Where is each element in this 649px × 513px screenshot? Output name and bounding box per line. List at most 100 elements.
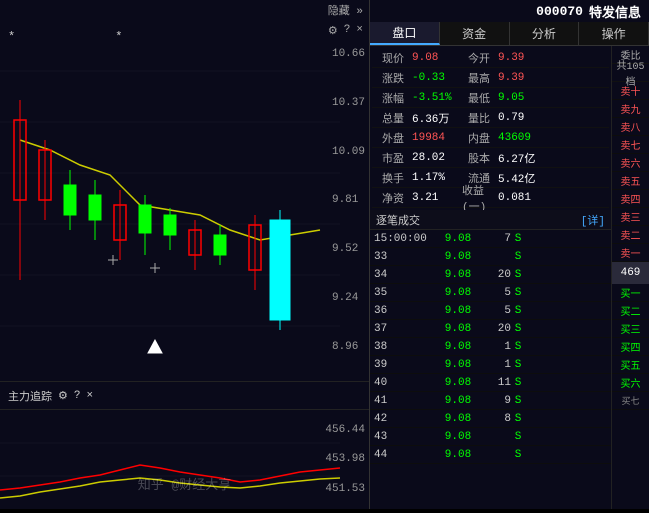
ob-sell-6: 卖六	[612, 154, 649, 172]
trade-price: 9.08	[435, 305, 481, 317]
info-row-jingzi: 净资 3.21 收益(一) 0.081	[372, 188, 609, 208]
list-item: 38 9.08 1 S	[370, 338, 611, 356]
label-liangbi: 量比	[458, 108, 494, 127]
list-item: 37 9.08 20 S	[370, 320, 611, 338]
trade-price: 9.08	[435, 323, 481, 335]
info-row-waipan: 外盘 19984 内盘 43609	[372, 128, 609, 148]
right-wrapper: 现价 9.08 今开 9.39 涨跌 -0.33 最高 9.39 涨幅 -3.5…	[370, 46, 649, 509]
info-row-zongliang: 总量 6.36万 量比 0.79	[372, 108, 609, 128]
trade-side: S	[511, 359, 525, 371]
info-row-zhangdie: 涨跌 -0.33 最高 9.39	[372, 68, 609, 88]
trade-price: 9.08	[435, 359, 481, 371]
info-row-zhangfu: 涨幅 -3.51% 最低 9.05	[372, 88, 609, 108]
label-zongliang: 总量	[372, 108, 408, 127]
label-zhangfu: 涨幅	[372, 88, 408, 107]
sell-count: 共105档	[612, 64, 649, 82]
trade-time: 38	[370, 341, 435, 353]
val-jingzi: 3.21	[408, 188, 458, 207]
list-item: 40 9.08 11 S	[370, 374, 611, 392]
main-chart-area: ⚙ ? × * * 10.66 10.37 10.09 9.81 9.52 9.…	[0, 20, 369, 381]
main-container: 隐藏 » ⚙ ? × * * 10.66 10.37 10.09 9.81	[0, 0, 649, 509]
val-gben: 6.27亿	[494, 148, 609, 167]
trade-side: S	[511, 341, 525, 353]
trade-time: 35	[370, 287, 435, 299]
label-gben: 股本	[458, 148, 494, 167]
ob-sell-1: 卖一	[612, 244, 649, 262]
list-item: 15:00:00 9.08 7 S	[370, 230, 611, 248]
close-icon[interactable]: ×	[356, 24, 363, 38]
mini-y-2: 453.98	[325, 453, 365, 465]
trade-price: 9.08	[435, 233, 481, 245]
tab-bar: 盘口 资金 分析 操作	[370, 22, 649, 46]
ob-sell-10: 卖十	[612, 82, 649, 100]
trade-side: S	[511, 269, 525, 281]
trade-time: 40	[370, 377, 435, 389]
tab-caozuo[interactable]: 操作	[579, 22, 649, 45]
val-huanshou: 1.17%	[408, 168, 458, 187]
trade-side: S	[511, 233, 525, 245]
mini-y-1: 456.44	[325, 424, 365, 436]
trade-time: 42	[370, 413, 435, 425]
trade-vol: 11	[481, 377, 511, 389]
tracker-settings-icon[interactable]: ⚙	[58, 389, 68, 403]
label-waipan: 外盘	[372, 128, 408, 147]
trade-vol: 20	[481, 323, 511, 335]
trade-vol: 1	[481, 341, 511, 353]
trade-time: 34	[370, 269, 435, 281]
tracker-help-icon[interactable]: ?	[74, 390, 81, 402]
ob-buy-4: 买四	[612, 338, 649, 356]
trade-time: 15:00:00	[370, 233, 435, 245]
list-item: 36 9.08 5 S	[370, 302, 611, 320]
trade-detail-link[interactable]: [详]	[581, 212, 605, 228]
mini-chart-svg	[0, 410, 340, 510]
stock-name: 特发信息	[589, 2, 641, 21]
tracker-label: 主力追踪	[8, 388, 52, 404]
orderbook-panel: 委比 共105档 卖十 卖九 卖八 卖七 卖六 卖五 卖四 卖三 卖二 卖一 4…	[611, 46, 649, 509]
ob-buy-6: 买六	[612, 374, 649, 392]
trade-side: S	[511, 449, 525, 461]
label-xianjia: 现价	[372, 48, 408, 67]
mini-chart: 456.44 453.98 451.53 知乎 @财经大亨	[0, 409, 369, 509]
hide-button[interactable]: 隐藏 »	[328, 2, 363, 18]
trade-side: S	[511, 413, 525, 425]
tab-fenxi[interactable]: 分析	[510, 22, 580, 45]
val-waipan: 19984	[408, 128, 458, 147]
tab-zijin[interactable]: 资金	[440, 22, 510, 45]
main-right-content: 现价 9.08 今开 9.39 涨跌 -0.33 最高 9.39 涨幅 -3.5…	[370, 46, 611, 509]
trade-vol: 1	[481, 359, 511, 371]
trade-time: 33	[370, 251, 435, 263]
trade-price: 9.08	[435, 395, 481, 407]
ob-sell-3: 卖三	[612, 208, 649, 226]
label-neipan: 内盘	[458, 128, 494, 147]
info-row-huanshou: 换手 1.17% 流通 5.42亿	[372, 168, 609, 188]
trade-time: 44	[370, 449, 435, 461]
trade-header-label: 逐笔成交	[376, 212, 420, 228]
label-huanshou: 换手	[372, 168, 408, 187]
ob-buy-5: 买五	[612, 356, 649, 374]
trade-time: 37	[370, 323, 435, 335]
ob-badge: 469	[612, 262, 649, 284]
top-bar: 隐藏 »	[0, 0, 369, 20]
right-header: 000070 特发信息	[370, 0, 649, 22]
list-item: 34 9.08 20 S	[370, 266, 611, 284]
list-item: 35 9.08 5 S	[370, 284, 611, 302]
trade-vol: 20	[481, 269, 511, 281]
trade-vol: 5	[481, 287, 511, 299]
info-table: 现价 9.08 今开 9.39 涨跌 -0.33 最高 9.39 涨幅 -3.5…	[370, 46, 611, 210]
help-icon[interactable]: ?	[344, 24, 351, 38]
list-item: 39 9.08 1 S	[370, 356, 611, 374]
trade-price: 9.08	[435, 377, 481, 389]
val-shiying: 28.02	[408, 148, 458, 167]
mini-y-axis: 456.44 453.98 451.53	[325, 410, 365, 509]
trade-rows: 15:00:00 9.08 7 S 33 9.08 S 34 9.08	[370, 230, 611, 464]
label-jingzi: 净资	[372, 188, 408, 207]
trade-price: 9.08	[435, 251, 481, 263]
candlestick-chart	[0, 20, 340, 380]
tab-pankou[interactable]: 盘口	[370, 22, 440, 45]
tracker-close-icon[interactable]: ×	[86, 390, 93, 402]
mini-y-3: 451.53	[325, 483, 365, 495]
settings-icon[interactable]: ⚙	[328, 24, 338, 38]
list-item: 41 9.08 9 S	[370, 392, 611, 410]
val-zhangfu: -3.51%	[408, 88, 458, 107]
stock-code: 000070	[536, 4, 583, 19]
